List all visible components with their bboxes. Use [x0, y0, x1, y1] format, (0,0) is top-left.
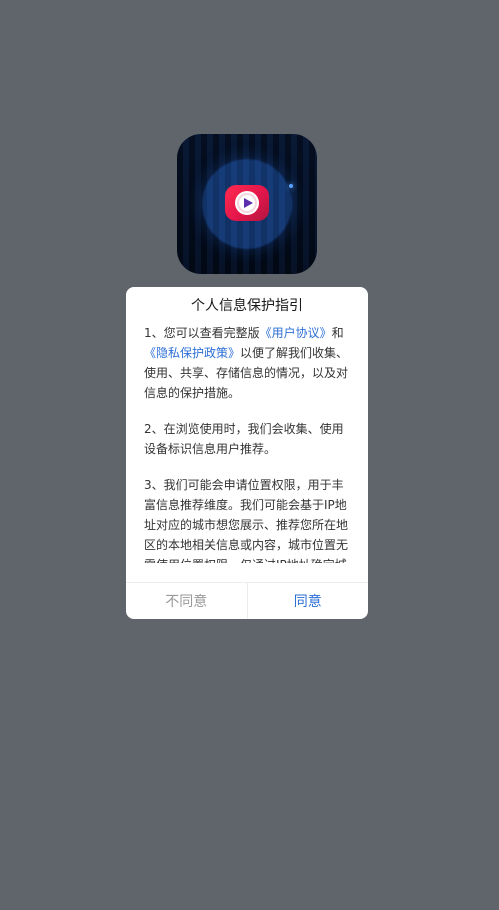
paragraph-2: 2、在浏览使用时，我们会收集、使用设备标识信息用户推荐。: [144, 422, 344, 456]
play-icon: [237, 193, 257, 213]
paragraph-3: 3、我们可能会申请位置权限，用于丰富信息推荐维度。我们可能会基于IP地址对应的城…: [144, 478, 349, 563]
user-agreement-link[interactable]: 《用户协议》: [260, 326, 332, 340]
p1-text-a: 1、您可以查看完整版: [144, 326, 260, 340]
paragraph-1: 1、您可以查看完整版《用户协议》和《隐私保护政策》以便了解我们收集、使用、共享、…: [144, 323, 354, 403]
video-player-app-icon: [177, 134, 317, 274]
privacy-guide-dialog: 个人信息保护指引 1、您可以查看完整版《用户协议》和《隐私保护政策》以便了解我们…: [126, 287, 368, 619]
play-disc: [235, 191, 259, 215]
play-badge: [225, 185, 269, 221]
p1-text-b: 和: [331, 326, 344, 340]
dialog-footer: 不同意 同意: [126, 582, 368, 619]
icon-sparkle: [289, 184, 293, 188]
dialog-body[interactable]: 1、您可以查看完整版《用户协议》和《隐私保护政策》以便了解我们收集、使用、共享、…: [144, 323, 354, 563]
agree-button[interactable]: 同意: [248, 583, 369, 619]
privacy-policy-link[interactable]: 《隐私保护政策》: [144, 346, 240, 360]
disagree-button[interactable]: 不同意: [126, 583, 248, 619]
dialog-title: 个人信息保护指引: [191, 298, 303, 314]
